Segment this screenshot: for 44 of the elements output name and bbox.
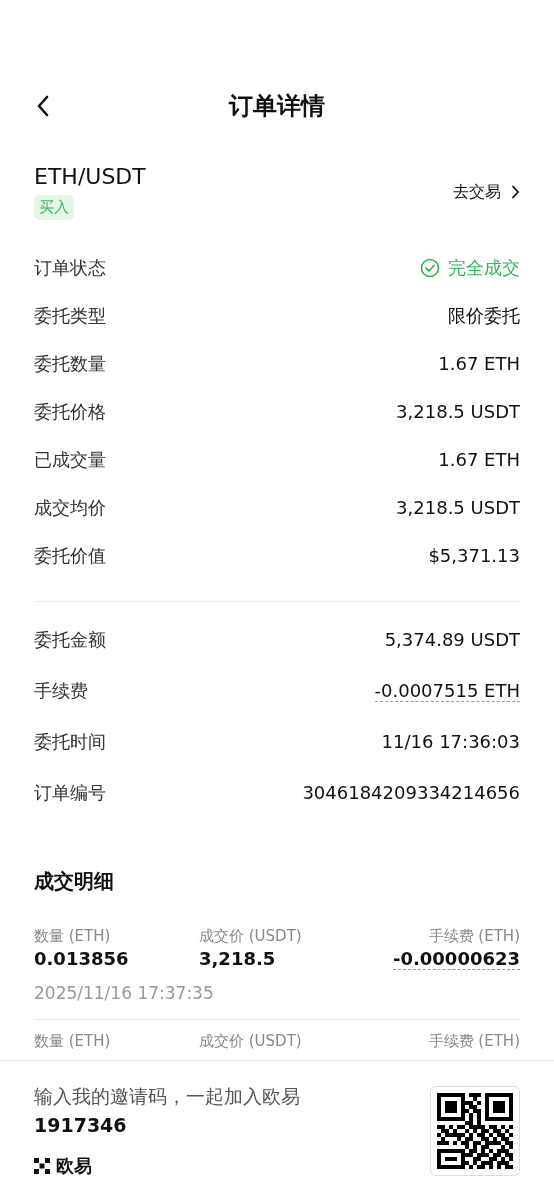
field-label: 委托类型: [34, 303, 106, 328]
qr-code-icon: [430, 1085, 520, 1176]
page-title: 订单详情: [229, 91, 325, 122]
field-label: 订单状态: [34, 255, 106, 280]
invite-text: 输入我的邀请码，一起加入欧易: [34, 1083, 300, 1109]
invite-code: 1917346: [34, 1113, 128, 1136]
pair-symbol: ETH/USDT: [34, 164, 146, 189]
field-value: 1.67 ETH: [438, 353, 520, 374]
field-label: 委托价格: [34, 399, 106, 424]
trade-link[interactable]: 去交易: [453, 181, 520, 203]
column-label: 手续费 (ETH): [427, 1032, 520, 1051]
field-label: 委托时间: [34, 729, 106, 754]
field-value: 5,374.89 USDT: [384, 629, 520, 650]
field-label: 委托数量: [34, 351, 106, 376]
fill-quantity: 0.013856: [34, 948, 130, 969]
logo-icon: [34, 1157, 50, 1174]
field-value: -0.0007515 ETH: [374, 679, 520, 702]
column-label: 成交价 (USDT): [199, 927, 303, 946]
column-label: 成交价 (USDT): [199, 1032, 303, 1051]
column-label: 手续费 (ETH): [427, 927, 520, 946]
field-label: 手续费: [34, 678, 88, 703]
field-label: 订单编号: [34, 780, 106, 805]
field-value: 3,218.5 USDT: [396, 401, 520, 422]
field-value: 3046184209334214656: [302, 782, 520, 803]
check-circle-icon: [420, 257, 440, 278]
fill-fee: -0.00000623: [392, 948, 520, 970]
field-value: 3,218.5 USDT: [396, 497, 520, 518]
column-label: 数量 (ETH): [34, 1032, 112, 1051]
brand-name: 欧易: [56, 1153, 92, 1178]
status-value: 完全成交: [448, 255, 520, 280]
field-label: 委托金额: [34, 627, 106, 652]
field-label: 委托价值: [34, 543, 106, 568]
field-value: 11/16 17:36:03: [381, 731, 520, 752]
field-value: 1.67 ETH: [438, 449, 520, 470]
field-label: 已成交量: [34, 447, 106, 472]
chevron-right-icon: [511, 185, 520, 199]
side-tag: 买入: [34, 195, 74, 220]
fill-time: 2025/11/16 17:37:35: [34, 983, 215, 1003]
section-title: 成交明细: [34, 868, 115, 895]
field-value: 限价委托: [448, 303, 520, 328]
field-label: 成交均价: [34, 495, 106, 520]
field-value: $5,371.13: [428, 545, 520, 566]
column-label: 数量 (ETH): [34, 927, 112, 946]
fill-price: 3,218.5: [199, 948, 277, 969]
